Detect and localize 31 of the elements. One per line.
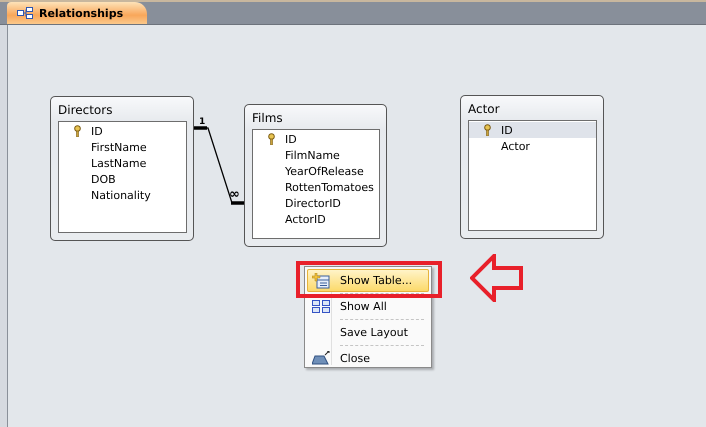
menu-item[interactable]: Show Table...	[307, 269, 429, 292]
menu-item[interactable]: Close	[307, 347, 429, 370]
field-item[interactable]: FilmName	[253, 147, 379, 163]
one-label: 1	[199, 118, 206, 127]
relationships-tab[interactable]: Relationships	[7, 2, 148, 24]
field-item[interactable]: LastName	[59, 155, 186, 171]
relationships-icon	[17, 7, 33, 19]
table-title: Actor	[468, 102, 500, 116]
arrow-icon	[470, 254, 524, 302]
field-item[interactable]: DirectorID	[253, 195, 379, 211]
field-item[interactable]: ID	[59, 123, 186, 139]
field-item[interactable]: ActorID	[253, 211, 379, 227]
field-item[interactable]: FirstName	[59, 139, 186, 155]
many-label: ∞	[229, 188, 240, 201]
field-item[interactable]: YearOfRelease	[253, 163, 379, 179]
close-window-icon	[312, 351, 330, 365]
table-add-icon	[312, 273, 330, 289]
tables-icon	[312, 299, 330, 313]
field-item[interactable]: Nationality	[59, 187, 186, 203]
field-item[interactable]: RottenTomatoes	[253, 179, 379, 195]
field-item[interactable]: DOB	[59, 171, 186, 187]
table-field-list[interactable]: Films ID FilmName YearOfRelease RottenTomatoes DirectorID ActorID	[244, 104, 387, 247]
table-title: Films	[252, 111, 283, 125]
field-item[interactable]: Actor	[469, 138, 596, 154]
table-title: Directors	[58, 103, 112, 117]
menu-item[interactable]: Save Layout	[307, 321, 429, 344]
field-item[interactable]: ID	[253, 131, 379, 147]
table-field-list[interactable]: Actor ID Actor	[460, 95, 604, 239]
menu-item[interactable]: Show All	[307, 295, 429, 318]
field-item[interactable]: ID	[469, 122, 596, 138]
table-field-list[interactable]: Directors ID FirstName LastName DOB Nationality	[50, 96, 194, 241]
